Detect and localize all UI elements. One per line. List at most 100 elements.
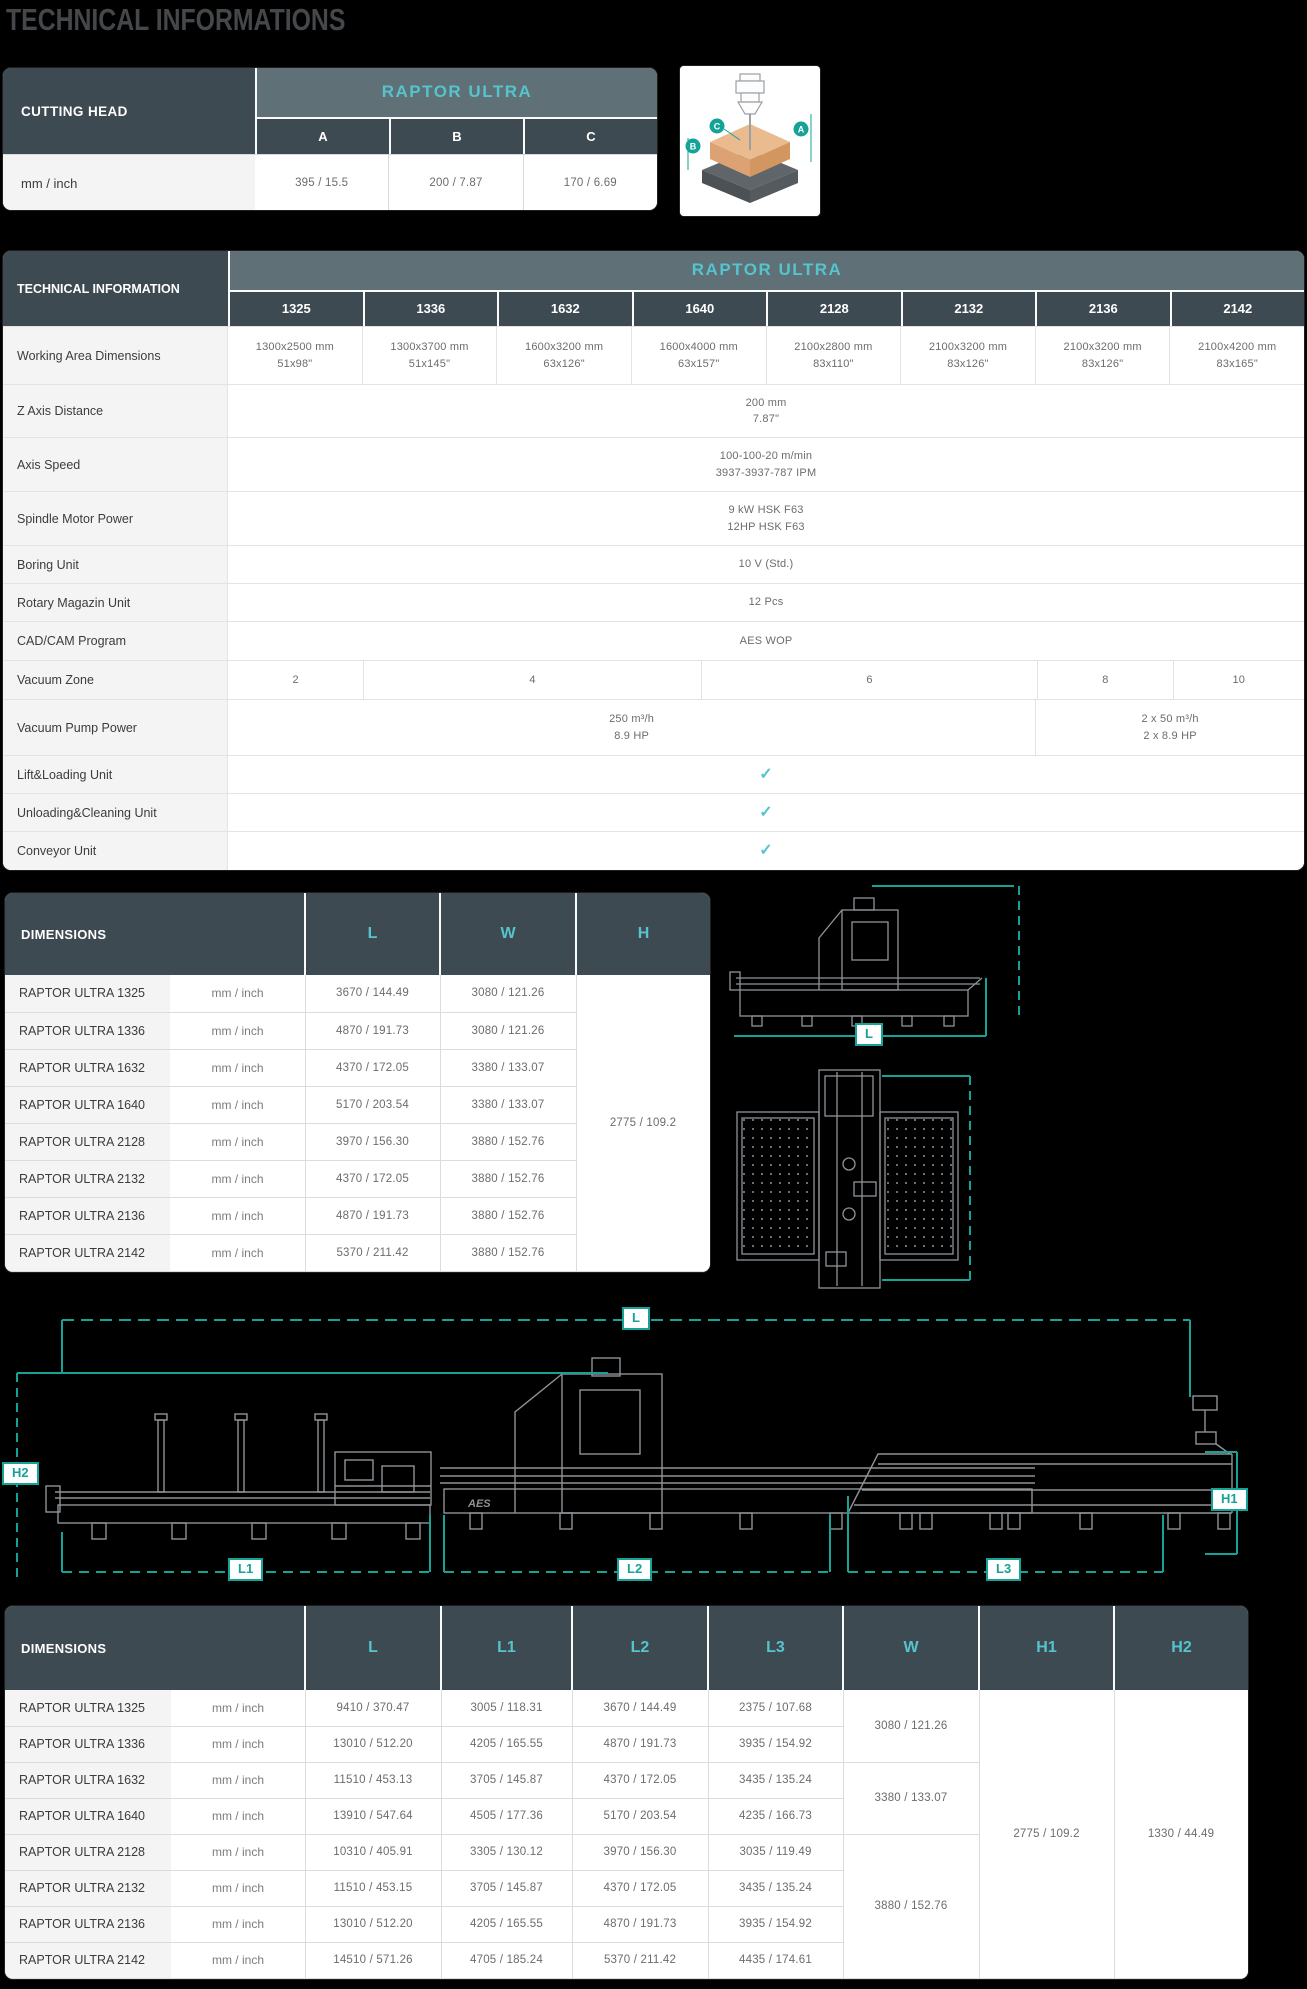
l1-value: 3705 / 145.87 [441, 1762, 572, 1798]
col-header-w: W [440, 893, 576, 975]
col-header-l: L [305, 1606, 441, 1690]
working-area-2132: 2100x3200 mm 83x126" [900, 327, 1035, 384]
row-label: Conveyor Unit [3, 832, 228, 870]
l1-value: 4205 / 165.55 [441, 1726, 572, 1762]
row-label: Lift&Loading Unit [3, 756, 228, 793]
check-icon: ✓ [228, 832, 1304, 870]
l-value: 4370 / 172.05 [305, 1049, 440, 1086]
machine-full-line-diagram: AES [0, 1300, 1307, 1602]
row-vacuum-zone: Vacuum Zone 2 4 6 8 10 [3, 660, 1304, 699]
spindle-power-value: 9 kW HSK F63 12HP HSK F63 [228, 492, 1304, 545]
cadcam-value: AES WOP [228, 622, 1304, 660]
working-area-1632: 1600x3200 mm 63x126" [496, 327, 631, 384]
l3-value: 3435 / 135.24 [708, 1870, 843, 1906]
row-label: Z Axis Distance [3, 385, 228, 437]
l2-value: 4870 / 191.73 [572, 1726, 708, 1762]
model-header-2136: 2136 [1035, 292, 1170, 326]
row-vacuum-pump: Vacuum Pump Power 250 m³/h 8.9 HP 2 x 50… [3, 699, 1304, 755]
cutting-head-illustration: A B C [680, 66, 820, 216]
unit-cell: mm / inch [170, 975, 305, 1012]
cutting-head-table: CUTTING HEAD RAPTOR ULTRA A B C mm / inc… [3, 68, 657, 210]
boring-unit-value: 10 V (Std.) [228, 546, 1304, 583]
cutting-head-brand-banner: RAPTOR ULTRA [257, 68, 657, 117]
check-icon: ✓ [228, 756, 1304, 793]
l2-value: 4870 / 191.73 [572, 1906, 708, 1942]
unit-cell: mm / inch [171, 1726, 305, 1762]
machine-brand-logo: AES [467, 1498, 491, 1510]
row-spindle-power: Spindle Motor Power 9 kW HSK F63 12HP HS… [3, 491, 1304, 545]
l2-value: 4370 / 172.05 [572, 1870, 708, 1906]
dimension-label-l1: L1 [228, 1558, 263, 1581]
l-value: 11510 / 453.13 [305, 1762, 441, 1798]
vacuum-zone-6: 6 [701, 661, 1037, 699]
row-label: Rotary Magazin Unit [3, 584, 228, 621]
model-name: RAPTOR ULTRA 2128 [5, 1834, 171, 1870]
col-header-h: H [576, 893, 710, 975]
model-header-2142: 2142 [1170, 292, 1304, 326]
working-area-2142: 2100x4200 mm 83x165" [1169, 327, 1304, 384]
l1-value: 4205 / 165.55 [441, 1906, 572, 1942]
h1-merged-value: 2775 / 109.2 [979, 1690, 1114, 1978]
l-value: 5170 / 203.54 [305, 1086, 440, 1123]
model-name: RAPTOR ULTRA 1640 [5, 1798, 171, 1834]
model-header-1325: 1325 [230, 292, 363, 326]
l-value: 9410 / 370.47 [305, 1690, 441, 1726]
l-value: 4870 / 191.73 [305, 1012, 440, 1049]
row-label: Axis Speed [3, 438, 228, 491]
model-name: RAPTOR ULTRA 1640 [5, 1086, 170, 1123]
working-area-2136: 2100x3200 mm 83x126" [1035, 327, 1170, 384]
dimension-label-l2: L2 [617, 1558, 652, 1581]
dimension-label-l: L [855, 1023, 883, 1046]
working-area-1325: 1300x2500 mm 51x98" [228, 327, 362, 384]
unit-cell: mm / inch [170, 1160, 305, 1197]
cutting-head-diagram-svg: A B C [680, 66, 820, 216]
cutting-head-unit-label: mm / inch [3, 155, 255, 210]
unit-cell: mm / inch [171, 1798, 305, 1834]
l-value: 11510 / 453.15 [305, 1870, 441, 1906]
dimensions-header: DIMENSIONS [5, 893, 305, 975]
model-name: RAPTOR ULTRA 2128 [5, 1123, 170, 1160]
technical-information-table: TECHNICAL INFORMATION RAPTOR ULTRA 1325 … [3, 251, 1304, 870]
row-z-axis: Z Axis Distance 200 mm 7.87" [3, 384, 1304, 437]
row-boring-unit: Boring Unit 10 V (Std.) [3, 545, 1304, 583]
model-name: RAPTOR ULTRA 2142 [5, 1234, 170, 1271]
l2-value: 5370 / 211.42 [572, 1942, 708, 1978]
machine-top-view-diagram [722, 1062, 1032, 1300]
vacuum-pump-value-1: 250 m³/h 8.9 HP [228, 700, 1035, 755]
dimension-label-h1: H1 [1211, 1488, 1248, 1511]
axis-speed-value: 100-100-20 m/min 3937-3937-787 IPM [228, 438, 1304, 491]
unit-cell: mm / inch [171, 1690, 305, 1726]
l-value: 14510 / 571.26 [305, 1942, 441, 1978]
l3-value: 3935 / 154.92 [708, 1906, 843, 1942]
unit-cell: mm / inch [170, 1012, 305, 1049]
dimensions-table-full: DIMENSIONS L L1 L2 L3 W H1 H2 RAPTOR ULT… [5, 1606, 1248, 1979]
unit-cell: mm / inch [170, 1049, 305, 1086]
table-row: RAPTOR ULTRA 1325 mm / inch 3670 / 144.4… [5, 975, 710, 1012]
unit-cell: mm / inch [171, 1870, 305, 1906]
dimensions-table-lwh: DIMENSIONS L W H RAPTOR ULTRA 1325 mm / … [5, 893, 710, 1272]
l-value: 3970 / 156.30 [305, 1123, 440, 1160]
w-value: 3880 / 152.76 [440, 1197, 576, 1234]
cutting-diagram-label-a: A [798, 125, 805, 135]
cutting-head-value-c: 170 / 6.69 [523, 155, 657, 210]
row-label: Unloading&Cleaning Unit [3, 794, 228, 831]
l1-value: 3705 / 145.87 [441, 1870, 572, 1906]
cutting-head-col-b: B [389, 119, 523, 154]
model-name: RAPTOR ULTRA 2136 [5, 1197, 170, 1234]
row-label: Vacuum Zone [3, 661, 228, 699]
unit-cell: mm / inch [170, 1197, 305, 1234]
cutting-head-col-c: C [523, 119, 657, 154]
row-label: CAD/CAM Program [3, 622, 228, 660]
model-header-1632: 1632 [497, 292, 632, 326]
row-lift-loading: Lift&Loading Unit ✓ [3, 755, 1304, 793]
l2-value: 3670 / 144.49 [572, 1690, 708, 1726]
model-header-2128: 2128 [766, 292, 901, 326]
l1-value: 4705 / 185.24 [441, 1942, 572, 1978]
l-value: 3670 / 144.49 [305, 975, 440, 1012]
l3-value: 3435 / 135.24 [708, 1762, 843, 1798]
dimensions-header: DIMENSIONS [5, 1606, 305, 1690]
l-value: 10310 / 405.91 [305, 1834, 441, 1870]
w-merged-value: 3380 / 133.07 [843, 1762, 979, 1834]
l3-value: 4435 / 174.61 [708, 1942, 843, 1978]
l-value: 4870 / 191.73 [305, 1197, 440, 1234]
